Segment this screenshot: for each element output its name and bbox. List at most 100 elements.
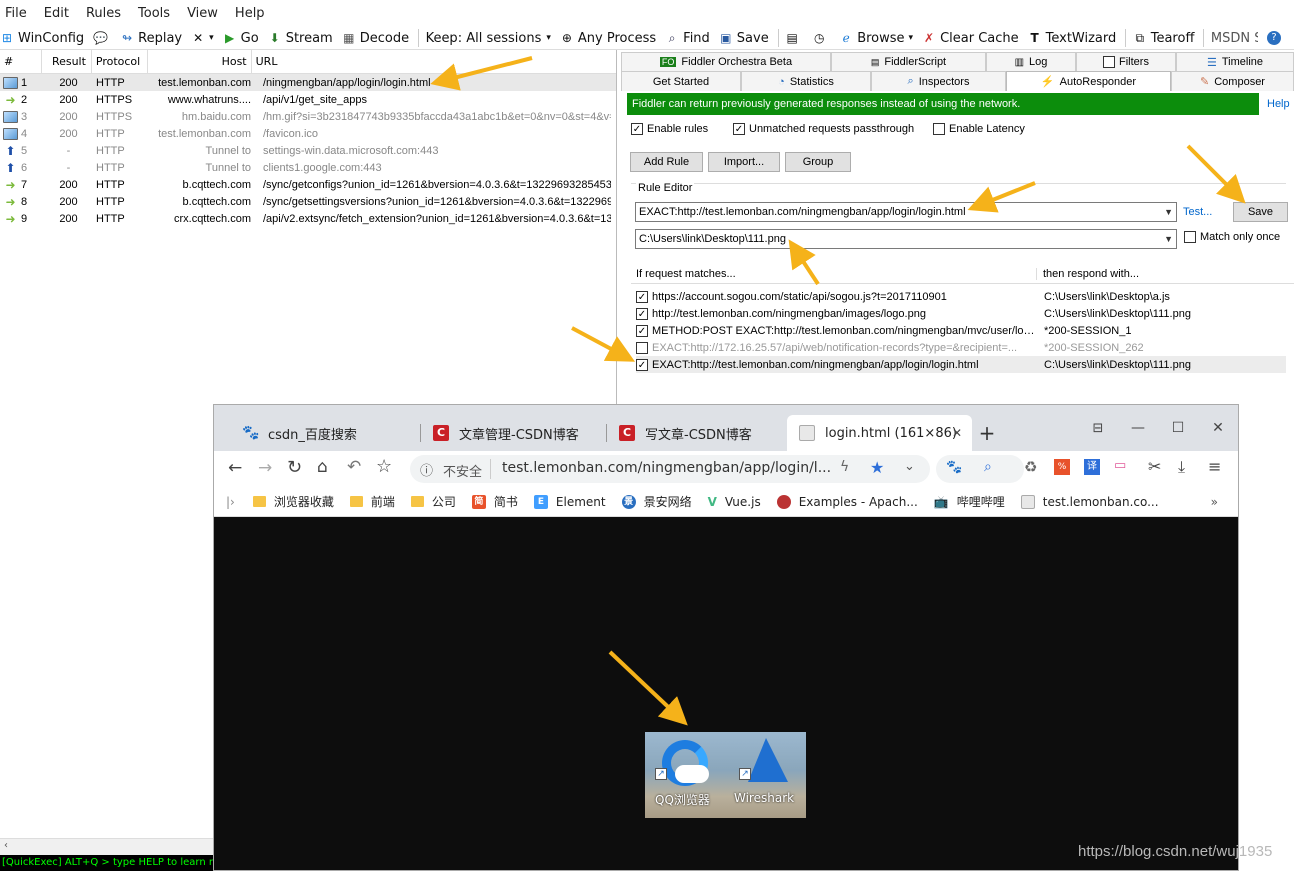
import-button[interactable]: Import... xyxy=(708,152,780,172)
column-header-url[interactable]: URL xyxy=(252,50,616,74)
remove-button[interactable]: ✕ ▾ xyxy=(191,31,214,45)
tab-timeline[interactable]: ☰ Timeline xyxy=(1176,52,1294,71)
session-row[interactable]: ⬆ 5 - HTTP Tunnel to settings-win.data.micros… xyxy=(0,142,616,159)
more-bookmarks-icon[interactable]: » xyxy=(1211,495,1218,509)
recycle-icon[interactable]: ♻ xyxy=(1024,458,1037,476)
respond-with-combo[interactable]: C:\Users\link\Desktop\111.png ▼ xyxy=(635,229,1177,249)
rule-checkbox[interactable]: ✓ xyxy=(636,358,648,371)
browser-tab-csdn-write[interactable]: C 写文章-CSDN博客 xyxy=(607,415,787,451)
tab-get-started[interactable]: Get Started xyxy=(621,71,741,91)
help-button[interactable]: ? xyxy=(1266,31,1285,45)
go-button[interactable]: ▶ Go xyxy=(223,31,259,46)
bookmark-star-icon[interactable]: ☆ xyxy=(376,456,392,477)
bookmark-link[interactable]: test.lemonban.co... xyxy=(1020,494,1159,509)
scissors-icon[interactable]: ✂ xyxy=(1148,457,1161,476)
bookmark-link[interactable]: Examples - Apach... xyxy=(776,494,918,509)
bookmark-link[interactable]: 简简书 xyxy=(471,493,518,510)
any-process-button[interactable]: ⊕ Any Process xyxy=(560,31,656,46)
enable-latency-checkbox[interactable]: Enable Latency xyxy=(933,123,1025,136)
tab-statistics[interactable]: ◔ Statistics xyxy=(741,71,871,91)
enable-rules-checkbox[interactable]: ✓ Enable rules xyxy=(631,123,708,136)
add-rule-button[interactable]: Add Rule xyxy=(630,152,703,172)
lightning-icon[interactable]: ϟ xyxy=(840,459,849,475)
tearoff-button[interactable]: ⧉ Tearoff xyxy=(1133,31,1194,46)
timer-button[interactable]: ◷ xyxy=(812,31,830,45)
maximize-icon[interactable]: ☐ xyxy=(1158,420,1198,436)
rule-row[interactable]: ✓ METHOD:POST EXACT:http://test.lemonban.… xyxy=(636,322,1286,339)
forward-icon[interactable]: → xyxy=(258,458,272,478)
session-row[interactable]: ➜ 2 200 HTTPS www.whatruns.... /api/v1/get_si… xyxy=(0,91,616,108)
keep-sessions-dropdown[interactable]: Keep: All sessions ▾ xyxy=(426,31,551,46)
bookmark-folder[interactable]: 前端 xyxy=(349,493,395,510)
chevron-down-icon[interactable]: ⌄ xyxy=(904,459,915,474)
winconfig-button[interactable]: ⊞ WinConfig xyxy=(0,31,84,46)
menu-edit[interactable]: Edit xyxy=(44,6,69,21)
column-header-host[interactable]: Host xyxy=(148,49,252,74)
help-link[interactable]: Help xyxy=(1267,98,1290,110)
screenshot-button[interactable]: ▤ xyxy=(785,31,803,45)
rule-checkbox[interactable]: ✓ xyxy=(636,307,648,320)
rule-row[interactable]: ✓ http://test.lemonban.com/ningmengban/im… xyxy=(636,305,1286,322)
bookmark-link[interactable]: 📺 哔哩哔哩 xyxy=(934,493,1005,510)
save-rule-button[interactable]: Save xyxy=(1233,202,1288,222)
menu-help[interactable]: Help xyxy=(235,6,265,21)
session-row[interactable]: ➜ 8 200 HTTP b.cqttech.com/sync/getsettingsv… xyxy=(0,193,616,210)
comment-button[interactable]: 💬 xyxy=(93,31,111,45)
replay-button[interactable]: ↬ Replay xyxy=(120,31,182,46)
browser-tab-csdn-manage[interactable]: C 文章管理-CSDN博客 xyxy=(421,415,606,451)
rule-checkbox[interactable]: ✓ xyxy=(636,324,648,337)
session-row[interactable]: ➜ 9 200 HTTP crx.cqttech.com/api/v2.extsync/… xyxy=(0,210,616,227)
tab-autoresponder[interactable]: ⚡ AutoResponder xyxy=(1006,71,1171,91)
home-icon[interactable]: ⌂ xyxy=(317,457,328,477)
column-header-match[interactable]: If request matches... xyxy=(631,267,1037,280)
bookmark-link[interactable]: 景景安网络 xyxy=(621,493,692,510)
session-row[interactable]: 3 200 HTTPS hm.baidu.com/hm.gif?si=3b231847… xyxy=(0,108,616,125)
tab-search-icon[interactable]: ⊟ xyxy=(1078,421,1118,436)
group-button[interactable]: Group xyxy=(785,152,851,172)
translate-icon[interactable]: 译 xyxy=(1084,459,1100,475)
reload-icon[interactable]: ↻ xyxy=(287,457,302,478)
new-tab-button[interactable]: + xyxy=(972,415,1002,451)
extension-icon[interactable]: % xyxy=(1054,459,1070,475)
rule-checkbox[interactable]: ✓ xyxy=(636,290,648,303)
menu-view[interactable]: View xyxy=(187,6,218,21)
undo-icon[interactable]: ↶ xyxy=(347,457,361,477)
download-icon[interactable]: ⤓ xyxy=(1178,457,1185,477)
match-only-once-checkbox[interactable]: Match only once xyxy=(1184,231,1280,244)
find-button[interactable]: ⌕ Find xyxy=(665,31,710,46)
back-icon[interactable]: ← xyxy=(228,458,242,478)
tab-fiddlerscript[interactable]: ▤ FiddlerScript xyxy=(831,52,986,71)
session-row[interactable]: ➜ 7 200 HTTP b.cqttech.com/sync/getconfigs?u… xyxy=(0,176,616,193)
search-icon[interactable]: ⌕ xyxy=(984,459,992,475)
minimize-icon[interactable]: — xyxy=(1118,420,1158,436)
tab-log[interactable]: ▥ Log xyxy=(986,52,1076,71)
address-bar[interactable]: ⓘ 不安全 test.lemonban.com/ningmengban/app/… xyxy=(410,455,930,483)
browser-tab-login[interactable]: login.html (161×86) ✕ xyxy=(787,415,972,451)
tab-filters[interactable]: Filters xyxy=(1076,52,1176,71)
match-rule-combo[interactable]: EXACT:http://test.lemonban.com/ningmengb… xyxy=(635,202,1177,222)
star-filled-icon[interactable]: ★ xyxy=(870,458,884,477)
window-close-icon[interactable]: ✕ xyxy=(1198,420,1238,436)
browse-button[interactable]: ℯ Browse ▾ xyxy=(839,31,913,46)
textwizard-button[interactable]: T TextWizard xyxy=(1028,31,1117,46)
stream-button[interactable]: ⬇ Stream xyxy=(268,31,333,46)
session-row[interactable]: ⬆ 6 - HTTP Tunnel to clients1.google.com:443 xyxy=(0,159,616,176)
menu-icon[interactable]: ≡ xyxy=(1208,457,1221,476)
rule-row[interactable]: ✓ https://account.sogou.com/static/api/so… xyxy=(636,288,1286,305)
menu-file[interactable]: File xyxy=(5,6,27,21)
bookmark-link[interactable]: E Element xyxy=(533,494,606,509)
session-row[interactable]: 1 200 HTTP test.lemonban.com/ningmengban/ap… xyxy=(0,74,616,91)
tab-composer[interactable]: ✎ Composer xyxy=(1171,71,1294,91)
unmatched-passthrough-checkbox[interactable]: ✓ Unmatched requests passthrough xyxy=(733,123,914,136)
browser-tab-baidu[interactable]: 🐾 csdn_百度搜索 xyxy=(230,415,420,451)
quickexec-bar[interactable]: [QuickExec] ALT+Q > type HELP to learn m… xyxy=(0,855,213,871)
sidebar-toggle-icon[interactable]: |› xyxy=(226,495,235,509)
save-toolbar-button[interactable]: ▣ Save xyxy=(719,31,769,46)
search-box[interactable]: 🐾 ⌕ xyxy=(936,455,1024,483)
chevron-left-icon[interactable]: ‹ xyxy=(4,840,8,851)
column-header-result[interactable]: Result xyxy=(42,49,92,74)
chevron-down-icon[interactable]: ▼ xyxy=(1164,230,1173,248)
tab-inspectors[interactable]: ⌕ Inspectors xyxy=(871,71,1006,91)
session-row[interactable]: 4 200 HTTP test.lemonban.com/favicon.ico xyxy=(0,125,616,142)
bookmark-folder[interactable]: 浏览器收藏 xyxy=(252,493,334,510)
